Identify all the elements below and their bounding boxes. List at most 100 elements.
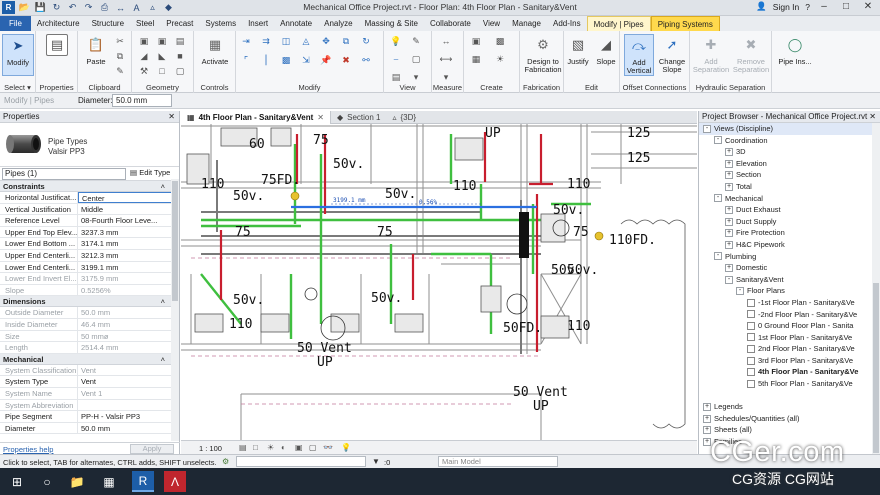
mirror-axis-icon[interactable]: ◫ bbox=[280, 35, 292, 47]
property-value[interactable]: Vent bbox=[78, 376, 179, 387]
expand-icon[interactable]: + bbox=[725, 171, 733, 180]
measure-dropdown-icon[interactable]: ▾ bbox=[440, 71, 452, 83]
mirror-draw-icon[interactable]: ◬ bbox=[300, 35, 312, 47]
align-icon[interactable]: ⇥ bbox=[240, 35, 252, 47]
dimension-icon[interactable]: ⟷ bbox=[440, 53, 453, 65]
paste-button[interactable]: 📋 Paste bbox=[80, 34, 112, 76]
wall-joins-icon[interactable]: ◢ bbox=[138, 50, 150, 62]
browser-scroll-thumb[interactable] bbox=[873, 283, 879, 453]
close-tab-icon[interactable]: ✕ bbox=[317, 111, 324, 124]
selected-pipe[interactable] bbox=[291, 203, 537, 209]
browser-tree-item[interactable]: + Elevation bbox=[699, 158, 880, 170]
browser-tree-item[interactable]: + Section bbox=[699, 169, 880, 181]
property-value[interactable]: 3199.1 mm bbox=[78, 262, 179, 273]
measure-between-icon[interactable]: ↔ bbox=[440, 35, 452, 47]
create-group-icon[interactable]: ▦ bbox=[470, 53, 482, 65]
expand-icon[interactable]: + bbox=[725, 182, 733, 191]
browser-tree-item[interactable]: -1st Floor Plan - Sanitary&Ve bbox=[699, 297, 880, 309]
unjoin-icon[interactable]: ▢ bbox=[174, 65, 186, 77]
search-icon[interactable]: ○ bbox=[36, 471, 58, 492]
expand-icon[interactable]: + bbox=[725, 217, 733, 226]
modify-button[interactable]: ➤ Modify bbox=[2, 34, 34, 76]
tab-modify-pipes[interactable]: Modify | Pipes bbox=[586, 16, 651, 31]
tab-architecture[interactable]: Architecture bbox=[31, 16, 86, 31]
tab-piping-systems[interactable]: Piping Systems bbox=[650, 16, 720, 31]
collapse-icon[interactable]: - bbox=[736, 287, 744, 296]
property-value[interactable]: Middle bbox=[78, 204, 179, 215]
tab-precast[interactable]: Precast bbox=[160, 16, 199, 31]
delete-icon[interactable]: ✖ bbox=[340, 54, 352, 66]
browser-tree-item[interactable]: + Total bbox=[699, 181, 880, 193]
close-icon[interactable]: ✕ bbox=[168, 111, 175, 123]
browser-tree-item[interactable]: -2nd Floor Plan - Sanitary&Ve bbox=[699, 309, 880, 321]
tab-systems[interactable]: Systems bbox=[199, 16, 242, 31]
paint-icon[interactable]: ■ bbox=[174, 50, 186, 62]
remove-separation-button[interactable]: ✖ Remove Separation bbox=[732, 34, 770, 76]
browser-tree-item[interactable]: - Plumbing bbox=[699, 251, 880, 263]
join-icon[interactable]: ▤ bbox=[174, 35, 186, 47]
add-separation-button[interactable]: ✚ Add Separation bbox=[692, 34, 730, 76]
tab-steel[interactable]: Steel bbox=[130, 16, 160, 31]
sign-in-link[interactable]: Sign In bbox=[773, 2, 799, 12]
expand-icon[interactable]: + bbox=[703, 426, 711, 435]
collapse-icon[interactable]: ˄ bbox=[161, 296, 165, 307]
rotate-icon[interactable]: ↻ bbox=[360, 35, 372, 47]
browser-tree-item[interactable]: + Domestic bbox=[699, 262, 880, 274]
collapse-icon[interactable]: - bbox=[714, 252, 722, 261]
reveal-hidden-icon[interactable]: 💡 bbox=[341, 443, 351, 452]
create-parts-icon[interactable]: ▩ bbox=[494, 35, 506, 47]
split-face-icon[interactable]: ◣ bbox=[156, 50, 168, 62]
crop-icon[interactable]: ▣ bbox=[295, 443, 303, 452]
slope-button[interactable]: ◢ Slope bbox=[592, 34, 620, 76]
tab-massing-site[interactable]: Massing & Site bbox=[359, 16, 424, 31]
instance-filter-select[interactable]: Pipes (1) bbox=[2, 168, 126, 180]
filter-icon[interactable]: ▼ bbox=[372, 457, 380, 466]
browser-tree-item[interactable]: + Duct Exhaust bbox=[699, 204, 880, 216]
tab-insert[interactable]: Insert bbox=[242, 16, 274, 31]
expand-icon[interactable]: + bbox=[725, 159, 733, 168]
activate-button[interactable]: ▦ Activate bbox=[199, 34, 231, 76]
expand-icon[interactable]: + bbox=[725, 263, 733, 272]
properties-scrollbar[interactable] bbox=[171, 179, 179, 441]
remove-paint-icon[interactable]: □ bbox=[156, 65, 168, 77]
tab-annotate[interactable]: Annotate bbox=[274, 16, 318, 31]
collapse-icon[interactable]: ˄ bbox=[161, 181, 165, 192]
move-icon[interactable]: ✥ bbox=[320, 35, 332, 47]
close-icon[interactable]: ✕ bbox=[860, 1, 876, 12]
browser-tree-item[interactable]: - Floor Plans bbox=[699, 285, 880, 297]
properties-scroll-thumb[interactable] bbox=[172, 181, 178, 301]
close-icon[interactable]: ✕ bbox=[869, 111, 876, 123]
file-explorer-icon[interactable]: 📁 bbox=[66, 471, 88, 492]
collapse-icon[interactable]: - bbox=[725, 275, 733, 284]
minimize-icon[interactable]: – bbox=[816, 1, 832, 12]
browser-tree-item[interactable]: 4th Floor Plan - Sanitary&Ve bbox=[699, 366, 880, 378]
tab-file[interactable]: File bbox=[0, 16, 31, 31]
expand-icon[interactable]: + bbox=[725, 147, 733, 156]
justify-button[interactable]: ▧ Justify bbox=[564, 34, 592, 76]
type-selector[interactable]: Pipe Types Valsir PP3 bbox=[0, 123, 179, 167]
properties-button[interactable]: ▤ bbox=[41, 34, 73, 76]
property-value[interactable]: PP-H - Valsir PP3 bbox=[78, 411, 179, 422]
detail-level-icon[interactable]: ▤ bbox=[239, 443, 247, 452]
sun-path-icon[interactable]: ☀ bbox=[267, 443, 274, 452]
create-similar-icon[interactable]: ☀ bbox=[494, 53, 506, 65]
maximize-icon[interactable]: □ bbox=[838, 1, 854, 12]
expand-icon[interactable]: + bbox=[725, 229, 733, 238]
browser-tree-item[interactable]: 5th Floor Plan - Sanitary&Ve bbox=[699, 378, 880, 390]
cope-icon[interactable]: ▣ bbox=[138, 35, 150, 47]
expand-icon[interactable]: + bbox=[703, 414, 711, 423]
property-group-header[interactable]: Mechanical ˄ bbox=[0, 353, 179, 365]
property-value[interactable]: Center bbox=[78, 192, 179, 203]
halftone-icon[interactable]: ▤ bbox=[390, 71, 402, 83]
browser-tree-item[interactable]: - Views (Discipline) bbox=[699, 123, 880, 135]
temp-hide-icon[interactable]: 👓 bbox=[323, 443, 333, 452]
property-group-header[interactable]: Dimensions ˄ bbox=[0, 296, 179, 308]
browser-tree-item[interactable]: - Mechanical bbox=[699, 193, 880, 205]
browser-tree-item[interactable]: +3D bbox=[699, 146, 880, 158]
demolish-icon[interactable]: ⚒ bbox=[138, 65, 150, 77]
tab-4th-floor-plan[interactable]: ▦ 4th Floor Plan - Sanitary&Vent ✕ bbox=[181, 111, 331, 124]
hide-icon[interactable]: 💡 bbox=[390, 35, 402, 47]
tab-section-1[interactable]: ◆ Section 1 bbox=[331, 111, 387, 124]
tab-add-ins[interactable]: Add-Ins bbox=[547, 16, 587, 31]
selection-filter-field[interactable] bbox=[236, 456, 366, 467]
